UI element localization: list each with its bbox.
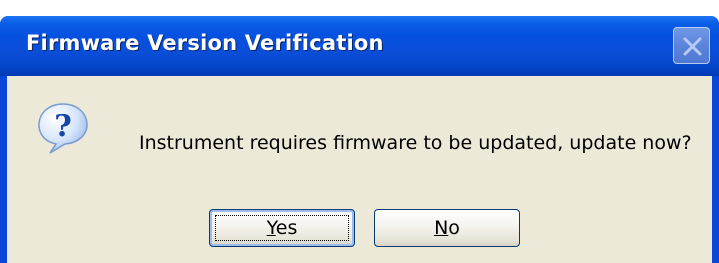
dialog-message: Instrument requires firmware to be updat… <box>139 132 692 154</box>
yes-label-rest: es <box>275 217 298 239</box>
yes-button[interactable]: Yes <box>209 209 355 247</box>
no-button[interactable]: No <box>374 209 520 247</box>
close-icon <box>683 37 702 56</box>
yes-button-label: Yes <box>267 217 298 239</box>
no-button-label: No <box>434 217 460 239</box>
no-label-rest: o <box>448 217 460 239</box>
yes-access-key: Y <box>266 217 276 239</box>
svg-text:?: ? <box>54 109 72 144</box>
dialog-title: Firmware Version Verification <box>26 31 384 55</box>
dialog-body: ? Instrument requires firmware to be upd… <box>7 76 712 263</box>
question-icon: ? <box>38 103 88 154</box>
title-bar[interactable]: Firmware Version Verification <box>0 16 719 76</box>
close-button[interactable] <box>673 27 710 64</box>
dialog-window: Firmware Version Verification ? Instrume… <box>0 16 719 263</box>
no-access-key: N <box>434 217 449 239</box>
